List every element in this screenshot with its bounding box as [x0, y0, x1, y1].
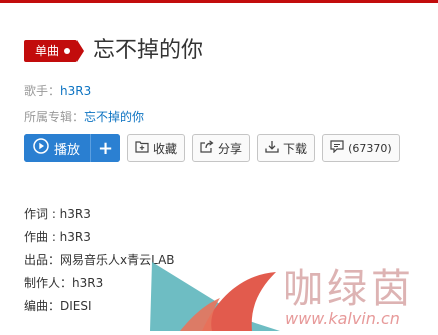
top-accent-line: [0, 0, 438, 3]
badge-arrow-icon: [77, 40, 85, 62]
album-label: 所属专辑：: [24, 110, 85, 124]
share-button[interactable]: 分享: [192, 134, 251, 162]
comments-count: (67370): [348, 141, 392, 155]
comments-button[interactable]: (67370): [322, 134, 400, 162]
album-row: 所属专辑：忘不掉的你: [24, 108, 144, 125]
share-button-label: 分享: [218, 141, 243, 156]
collect-button[interactable]: 收藏: [127, 134, 186, 162]
download-button-label: 下载: [283, 141, 308, 156]
badge-dot-icon: [64, 48, 71, 54]
share-icon: [200, 140, 214, 156]
watermark-url: www.kalvin.cn: [285, 309, 400, 328]
action-bar: 播放 + 收藏 分享 下载 (67370): [24, 134, 400, 162]
watermark-text: 咖绿茵: [283, 266, 415, 312]
collect-button-label: 收藏: [153, 141, 178, 156]
song-header: 单曲 忘不掉的你: [24, 36, 203, 66]
credit-composer: 作曲 : h3R3: [24, 230, 91, 244]
play-button-group: 播放 +: [24, 134, 121, 162]
play-circle-icon: [33, 138, 49, 158]
artist-link[interactable]: h3R3: [60, 84, 91, 98]
add-to-playlist-button[interactable]: +: [90, 134, 121, 162]
comment-icon: [330, 140, 344, 156]
download-icon: [265, 140, 279, 156]
credit-lyricist: 作词 : h3R3: [24, 207, 91, 221]
play-button-label: 播放: [54, 142, 81, 158]
single-badge: 单曲: [24, 40, 85, 62]
play-button[interactable]: 播放: [24, 134, 91, 162]
folder-add-icon: [135, 140, 149, 156]
watermark-logo-icon: [150, 256, 280, 335]
album-link[interactable]: 忘不掉的你: [84, 110, 144, 124]
download-button[interactable]: 下载: [257, 134, 316, 162]
artist-row: 歌手：h3R3: [24, 82, 91, 99]
single-badge-label: 单曲: [35, 44, 60, 58]
song-title: 忘不掉的你: [93, 38, 204, 63]
artist-label: 歌手：: [24, 84, 61, 98]
